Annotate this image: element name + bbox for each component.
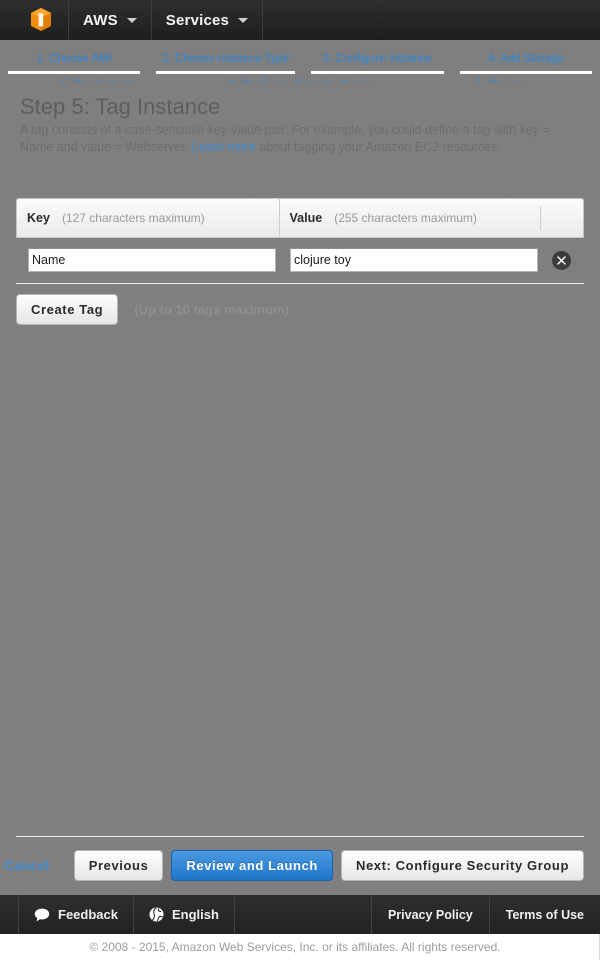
- terms-of-use-link[interactable]: Terms of Use: [488, 895, 600, 934]
- footer-spacer: [235, 895, 371, 934]
- wizard-step-tabs-row-2: 5. Tag Instance 6. Configure Security Gr…: [0, 78, 600, 82]
- tag-table-header-key: Key (127 characters maximum): [17, 198, 279, 238]
- nav-item-aws-label: AWS: [83, 11, 118, 29]
- wizard-tab-label: 7. Review: [414, 78, 586, 82]
- close-circle-icon: [556, 255, 567, 266]
- wizard-tab-label: 1. Choose AMI: [36, 53, 112, 65]
- feedback-label: Feedback: [58, 907, 118, 922]
- wizard-tab-label: 3. Configure Instance: [322, 53, 433, 65]
- wizard-tab-label: 4. Add Storage: [487, 53, 564, 65]
- cancel-link[interactable]: Cancel: [5, 858, 50, 873]
- top-navigation-bar: AWS Services: [0, 0, 600, 40]
- globe-icon: [149, 907, 164, 922]
- wizard-tab-choose-ami[interactable]: 1. Choose AMI: [8, 52, 141, 74]
- key-column-hint: (127 characters maximum): [61, 211, 205, 225]
- chevron-down-icon: [126, 17, 137, 23]
- wizard-tab-choose-instance-type[interactable]: 2. Choose Instance Type: [156, 52, 296, 74]
- page-title: Step 5: Tag Instance: [20, 94, 221, 119]
- wizard-tab-review[interactable]: 7. Review: [408, 78, 592, 82]
- tags-maximum-note: (Up to 10 tags maximum): [134, 302, 289, 317]
- previous-button[interactable]: Previous: [73, 850, 164, 881]
- nav-item-services-label: Services: [165, 11, 230, 29]
- chevron-down-icon: [238, 17, 249, 23]
- review-and-launch-button[interactable]: Review and Launch: [171, 850, 333, 881]
- footer-bar: Feedback English Privacy Policy Terms of…: [0, 895, 600, 934]
- language-label: English: [171, 907, 219, 922]
- tag-table-header-value: Value (255 characters maximum): [278, 198, 541, 238]
- terms-of-use-label: Terms of Use: [505, 907, 584, 922]
- tag-value-input[interactable]: [290, 248, 538, 272]
- aws-cube-icon: [30, 8, 52, 32]
- page-description: A tag consists of a case-sensitive key-v…: [20, 122, 586, 155]
- next-configure-security-group-button[interactable]: Next: Configure Security Group: [340, 850, 584, 881]
- key-column-title: Key: [27, 211, 50, 225]
- ec2-launch-wizard-page: AWS Services 1. Choose AMI 2. Choose Ins…: [0, 0, 600, 960]
- tag-actions: Create Tag (Up to 10 tags maximum): [16, 294, 584, 325]
- create-tag-button[interactable]: Create Tag: [16, 294, 119, 325]
- wizard-step-tabs-row-1: 1. Choose AMI 2. Choose Instance Type 3.…: [0, 52, 600, 74]
- wizard-tab-tag-instance[interactable]: 5. Tag Instance: [8, 78, 192, 82]
- value-column-title: Value: [289, 211, 323, 225]
- wizard-tab-configure-instance[interactable]: 3. Configure Instance: [311, 52, 444, 74]
- nav-item-aws[interactable]: AWS: [69, 0, 152, 40]
- feedback-button[interactable]: Feedback: [18, 895, 134, 934]
- wizard-tab-label: 5. Tag Instance: [14, 78, 186, 82]
- value-column-hint: (255 characters maximum): [334, 211, 477, 225]
- wizard-action-bar: Cancel Previous Review and Launch Next: …: [5, 836, 584, 881]
- nav-divider: [263, 0, 265, 40]
- tag-table-header: Key (127 characters maximum) Value (255 …: [16, 198, 584, 238]
- privacy-policy-link[interactable]: Privacy Policy: [370, 895, 489, 934]
- action-bar-divider: [16, 836, 584, 837]
- tag-row-divider: [16, 283, 584, 284]
- tag-table-header-actions: [540, 206, 583, 230]
- tag-key-input[interactable]: [28, 248, 276, 272]
- tag-row: [16, 244, 584, 276]
- aws-logo-button[interactable]: [0, 0, 69, 40]
- wizard-content-overlay: 1. Choose AMI 2. Choose Instance Type 3.…: [0, 40, 600, 895]
- learn-more-link[interactable]: Learn more: [192, 140, 256, 154]
- wizard-tab-add-storage[interactable]: 4. Add Storage: [459, 52, 592, 74]
- remove-tag-button[interactable]: [552, 250, 571, 270]
- action-buttons: Cancel Previous Review and Launch Next: …: [5, 850, 584, 881]
- wizard-step-tabs: 1. Choose AMI 2. Choose Instance Type 3.…: [0, 40, 600, 82]
- copyright-bar: © 2008 - 2015, Amazon Web Services, Inc.…: [0, 934, 600, 960]
- copyright-text: © 2008 - 2015, Amazon Web Services, Inc.…: [89, 940, 501, 954]
- wizard-tab-label: 2. Choose Instance Type: [162, 53, 290, 65]
- nav-item-services[interactable]: Services: [152, 0, 264, 40]
- speech-bubble-icon: [34, 908, 50, 922]
- page-description-text-2: about tagging your Amazon EC2 resources.: [255, 139, 501, 154]
- privacy-policy-label: Privacy Policy: [387, 907, 473, 922]
- wizard-tab-configure-security-group[interactable]: 6. Configure Security Group: [208, 78, 392, 82]
- wizard-tab-label: 6. Configure Security Group: [214, 78, 386, 82]
- tag-editor-panel: Key (127 characters maximum) Value (255 …: [16, 198, 584, 325]
- language-button[interactable]: English: [134, 895, 235, 934]
